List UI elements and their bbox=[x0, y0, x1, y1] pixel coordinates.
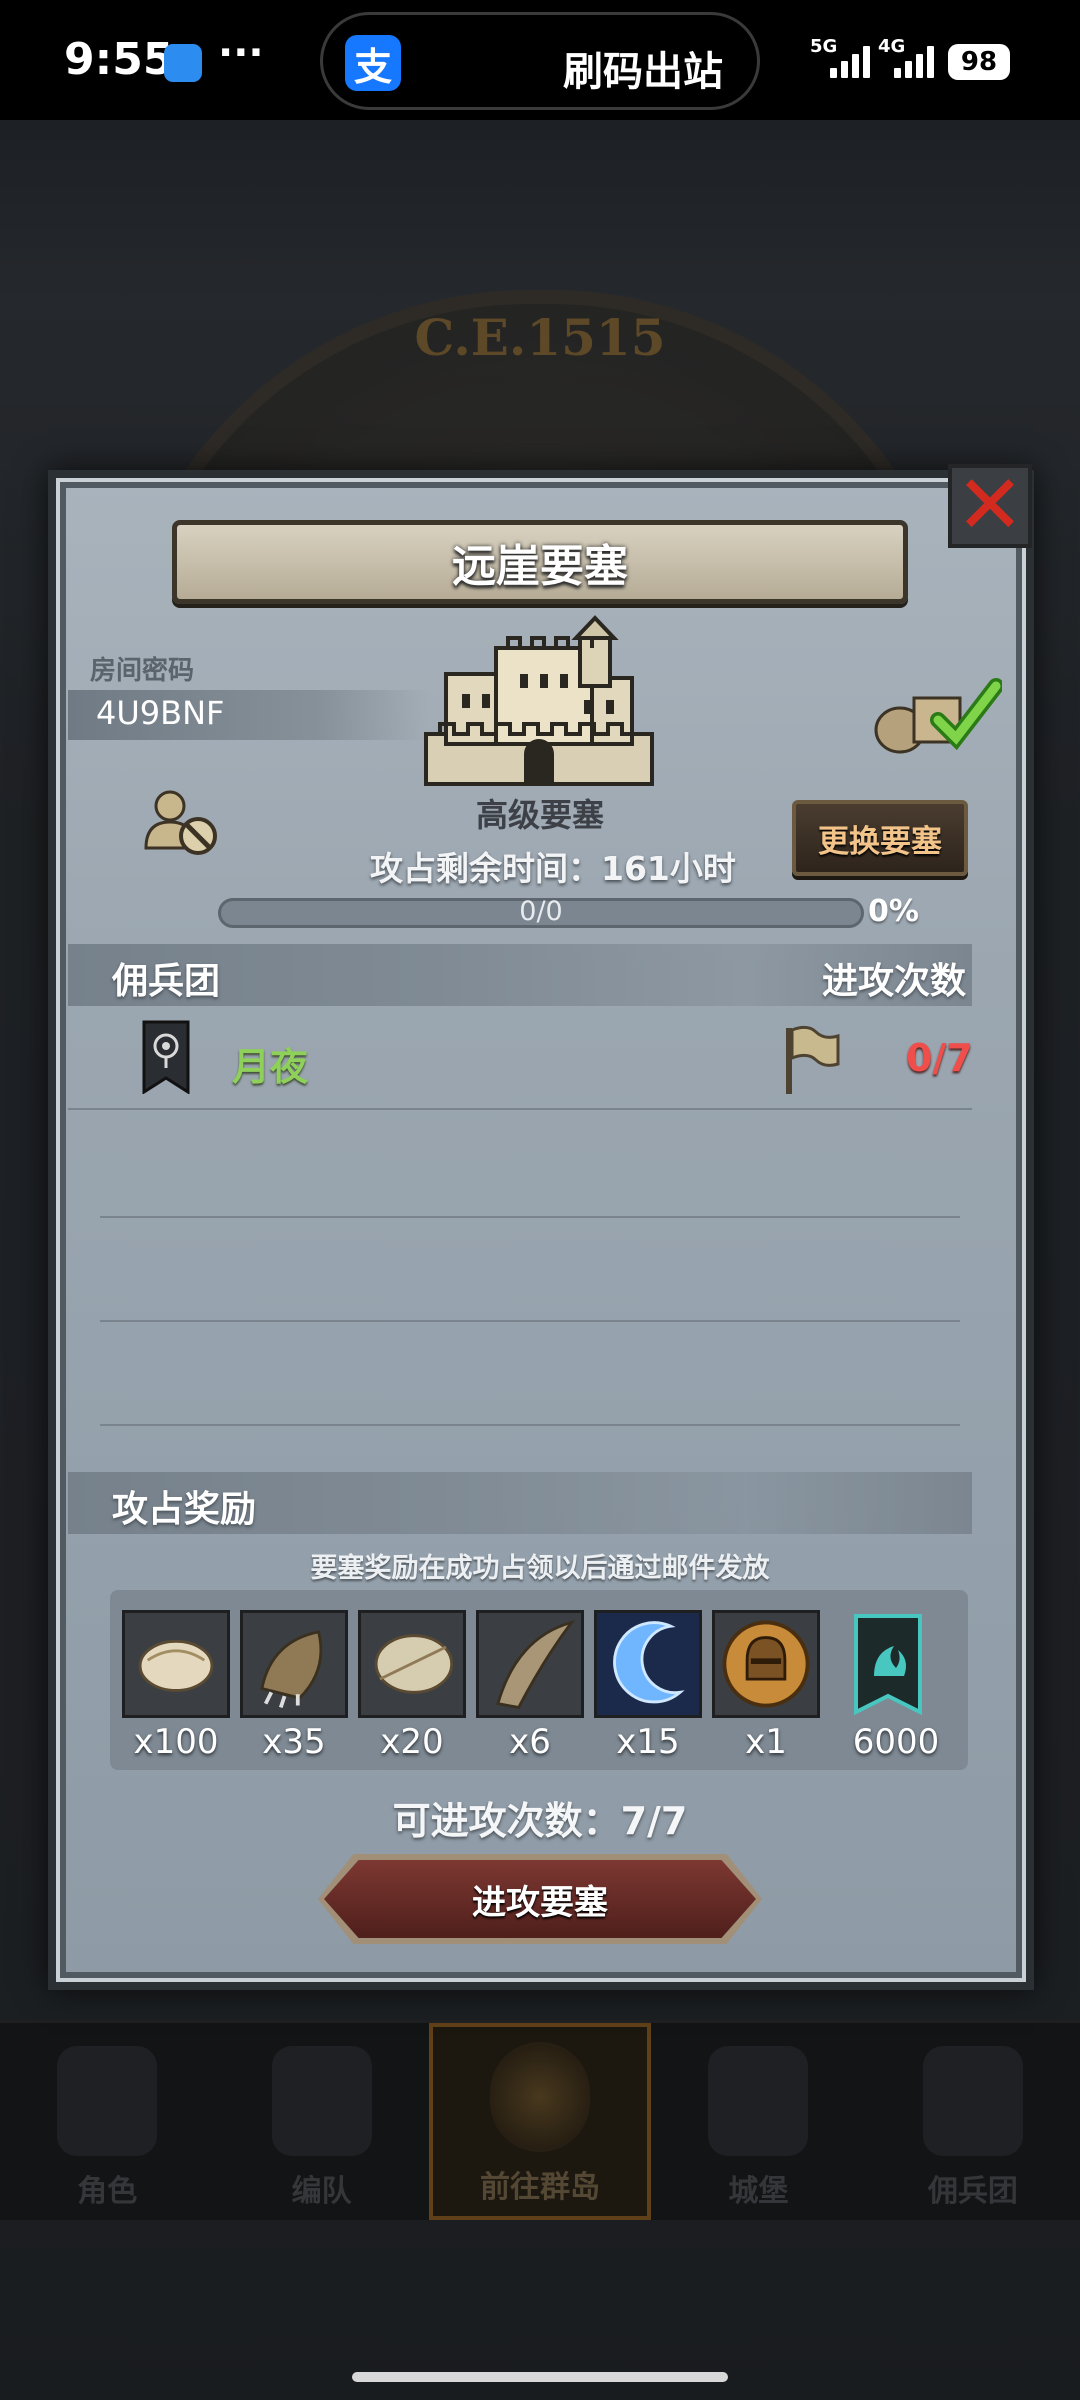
close-icon: ✕ bbox=[955, 458, 1025, 553]
room-code[interactable]: 4U9BNF bbox=[96, 694, 224, 732]
progress-count: 0/0 bbox=[519, 896, 563, 927]
row-divider bbox=[100, 1320, 960, 1322]
pill-label: 刷码出站 bbox=[563, 49, 723, 95]
guild-emblem-icon bbox=[142, 1020, 190, 1094]
reward-qty: x15 bbox=[616, 1722, 680, 1762]
alipay-live-pill[interactable]: 支 刷码出站 bbox=[320, 12, 760, 110]
change-fortress-label: 更换要塞 bbox=[818, 823, 942, 860]
feather-hide-icon[interactable] bbox=[358, 1610, 466, 1718]
supply-check-icon[interactable] bbox=[872, 676, 1002, 756]
fur-pelt-icon[interactable] bbox=[122, 1610, 230, 1718]
signal-4g-icon bbox=[894, 44, 938, 78]
battery-icon: 98 bbox=[948, 44, 1010, 80]
status-bar: 9:55 ··· 支 刷码出站 5G 4G 98 bbox=[0, 0, 1080, 120]
change-fortress-button[interactable]: 更换要塞 bbox=[792, 800, 968, 876]
home-indicator[interactable] bbox=[352, 2372, 728, 2382]
guild-header: 佣兵团 bbox=[112, 961, 221, 1002]
attacks-remaining: 可进攻次数：7/7 bbox=[392, 1799, 688, 1843]
attack-count-header: 进攻次数 bbox=[822, 961, 967, 1002]
cloud-app-icon bbox=[164, 44, 202, 82]
lightning-crescent-icon[interactable] bbox=[594, 1610, 702, 1718]
reward-qty: x35 bbox=[262, 1722, 326, 1762]
rewards-note: 要塞奖励在成功占领以后通过邮件发放 bbox=[310, 1553, 770, 1584]
title-banner: 远崖要塞 bbox=[172, 520, 908, 604]
reward-qty: x6 bbox=[509, 1722, 551, 1762]
more-notifications-icon: ··· bbox=[218, 30, 264, 76]
progress-percent: 0% bbox=[868, 894, 919, 929]
fortress-castle-icon bbox=[424, 615, 654, 786]
room-password-label: 房间密码 bbox=[90, 656, 195, 686]
row-divider bbox=[100, 1424, 960, 1426]
row-divider bbox=[100, 1216, 960, 1218]
knight-helmet-coin-icon[interactable] bbox=[712, 1610, 820, 1718]
guild-banner-token-icon[interactable] bbox=[834, 1610, 942, 1718]
reward-qty: x20 bbox=[380, 1722, 444, 1762]
close-button[interactable]: ✕ bbox=[948, 464, 1032, 548]
reward-qty: x100 bbox=[133, 1722, 219, 1762]
guild-name: 月夜 bbox=[232, 1045, 309, 1089]
alipay-icon: 支 bbox=[345, 35, 401, 91]
guild-attack-count: 0/7 bbox=[906, 1036, 973, 1080]
flag-icon bbox=[786, 1025, 840, 1094]
beast-claw-icon[interactable] bbox=[240, 1610, 348, 1718]
attack-fortress-button[interactable]: 进攻要塞 bbox=[324, 1860, 756, 1938]
dialog-title: 远崖要塞 bbox=[452, 541, 628, 592]
user-blocked-icon[interactable] bbox=[142, 786, 222, 860]
reward-qty: x1 bbox=[745, 1722, 787, 1762]
signal-5g-icon bbox=[830, 44, 874, 78]
attack-fortress-label: 进攻要塞 bbox=[472, 1882, 608, 1923]
horn-icon[interactable] bbox=[476, 1610, 584, 1718]
reward-qty: 6000 bbox=[852, 1722, 940, 1762]
rewards-header: 攻占奖励 bbox=[112, 1489, 257, 1530]
status-time: 9:55 bbox=[64, 34, 174, 85]
capture-time-remaining: 攻占剩余时间：161小时 bbox=[370, 849, 736, 888]
